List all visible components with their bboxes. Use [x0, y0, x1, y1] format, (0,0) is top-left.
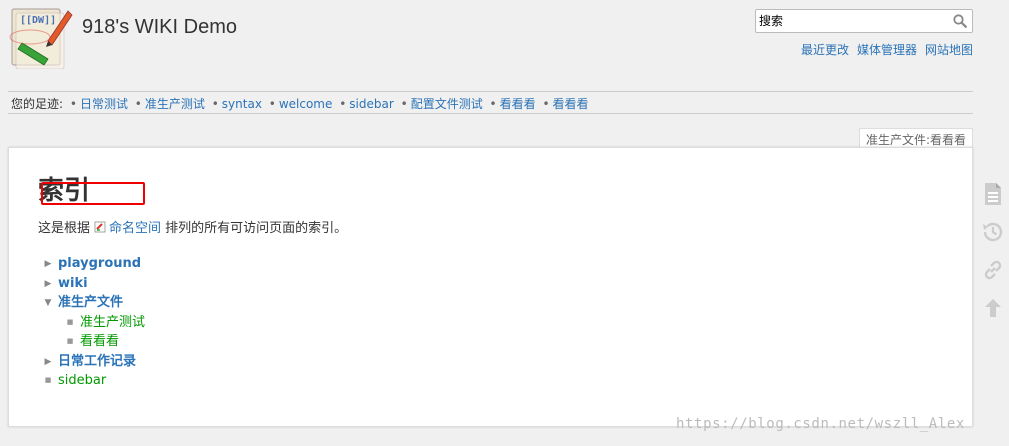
- breadcrumb-divider: [8, 113, 973, 114]
- index-tree: ▶ playground ▶ wiki ▼ 准生产文件 ■ 准生产测试 ■ 看看看 ▶ 日常…: [38, 254, 145, 391]
- index-intro: 这是根据 命名空间 排列的所有可访问页面的索引。: [38, 221, 348, 236]
- page-tools: [978, 175, 1008, 327]
- breadcrumb-item[interactable]: 配置文件测试: [411, 97, 483, 111]
- media-manager-link[interactable]: 媒体管理器: [857, 43, 917, 57]
- namespace-link[interactable]: playground: [58, 256, 141, 271]
- expand-icon[interactable]: ▶: [38, 255, 58, 275]
- namespace-icon: [94, 221, 106, 233]
- page-link[interactable]: 看看看: [80, 334, 119, 349]
- breadcrumb-item[interactable]: syntax: [222, 97, 262, 111]
- breadcrumb: 您的足迹: • 日常测试 • 准生产测试 • syntax • welcome • sid…: [11, 97, 589, 111]
- tree-item-prod-files: ▼ 准生产文件: [38, 293, 145, 313]
- bullet-icon: ■: [44, 376, 52, 384]
- svg-text:[[DW]]: [[DW]]: [20, 15, 56, 26]
- arrow-up-icon: [985, 299, 1001, 317]
- site-title[interactable]: 918's WIKI Demo: [82, 16, 237, 39]
- search-button[interactable]: [950, 12, 970, 30]
- dokuwiki-logo[interactable]: [[DW]]: [8, 3, 74, 70]
- tree-item-sidebar: ■ sidebar: [38, 371, 145, 391]
- show-page-button[interactable]: [978, 175, 1008, 213]
- search-input[interactable]: [756, 10, 946, 32]
- search-box: [755, 9, 973, 33]
- breadcrumb-item[interactable]: 看看看: [500, 97, 536, 111]
- header-divider: [8, 91, 973, 92]
- tree-item-playground: ▶ playground: [38, 254, 145, 274]
- sitemap-link[interactable]: 网站地图: [925, 43, 973, 57]
- breadcrumb-label: 您的足迹:: [11, 97, 64, 111]
- breadcrumb-item[interactable]: 准生产测试: [145, 97, 205, 111]
- namespace-link[interactable]: 日常工作记录: [58, 354, 136, 369]
- link-icon: [984, 260, 1002, 280]
- search-icon: [953, 14, 967, 28]
- collapse-icon[interactable]: ▼: [38, 294, 58, 314]
- page-content: 索引 这是根据 命名空间 排列的所有可访问页面的索引。 ▶ playground ▶…: [8, 147, 973, 427]
- namespace-link[interactable]: wiki: [58, 276, 88, 291]
- history-icon: [983, 222, 1003, 242]
- bullet-icon: ■: [66, 317, 74, 326]
- namespace-link[interactable]: 准生产文件: [58, 295, 123, 310]
- namespace-link[interactable]: 命名空间: [109, 221, 161, 236]
- backlinks-button[interactable]: [978, 251, 1008, 289]
- site-tools: 最近更改 媒体管理器 网站地图: [793, 41, 973, 58]
- breadcrumb-item[interactable]: sidebar: [349, 97, 394, 111]
- file-text-icon: [985, 183, 1001, 205]
- breadcrumb-item[interactable]: 看看看: [553, 97, 589, 111]
- breadcrumb-item[interactable]: 日常测试: [80, 97, 128, 111]
- tree-item-daily-log: ▶ 日常工作记录: [38, 352, 145, 372]
- expand-icon[interactable]: ▶: [38, 275, 58, 295]
- watermark: https://blog.csdn.net/wszll_Alex: [676, 416, 965, 432]
- tree-item-wiki: ▶ wiki: [38, 274, 145, 294]
- recent-changes-link[interactable]: 最近更改: [801, 43, 849, 57]
- page-link[interactable]: sidebar: [58, 373, 106, 388]
- page-id[interactable]: 准生产文件:看看看: [858, 128, 973, 148]
- highlight-box: [41, 182, 145, 205]
- expand-icon[interactable]: ▶: [38, 353, 58, 373]
- tree-item-kankankan: ■ 看看看: [38, 332, 145, 352]
- breadcrumb-item[interactable]: welcome: [279, 97, 333, 111]
- page-link[interactable]: 准生产测试: [80, 315, 145, 330]
- back-to-top-button[interactable]: [978, 289, 1008, 327]
- bullet-icon: ■: [66, 337, 74, 345]
- revisions-button[interactable]: [978, 213, 1008, 251]
- tree-item-prod-test: ■ 准生产测试: [38, 313, 145, 333]
